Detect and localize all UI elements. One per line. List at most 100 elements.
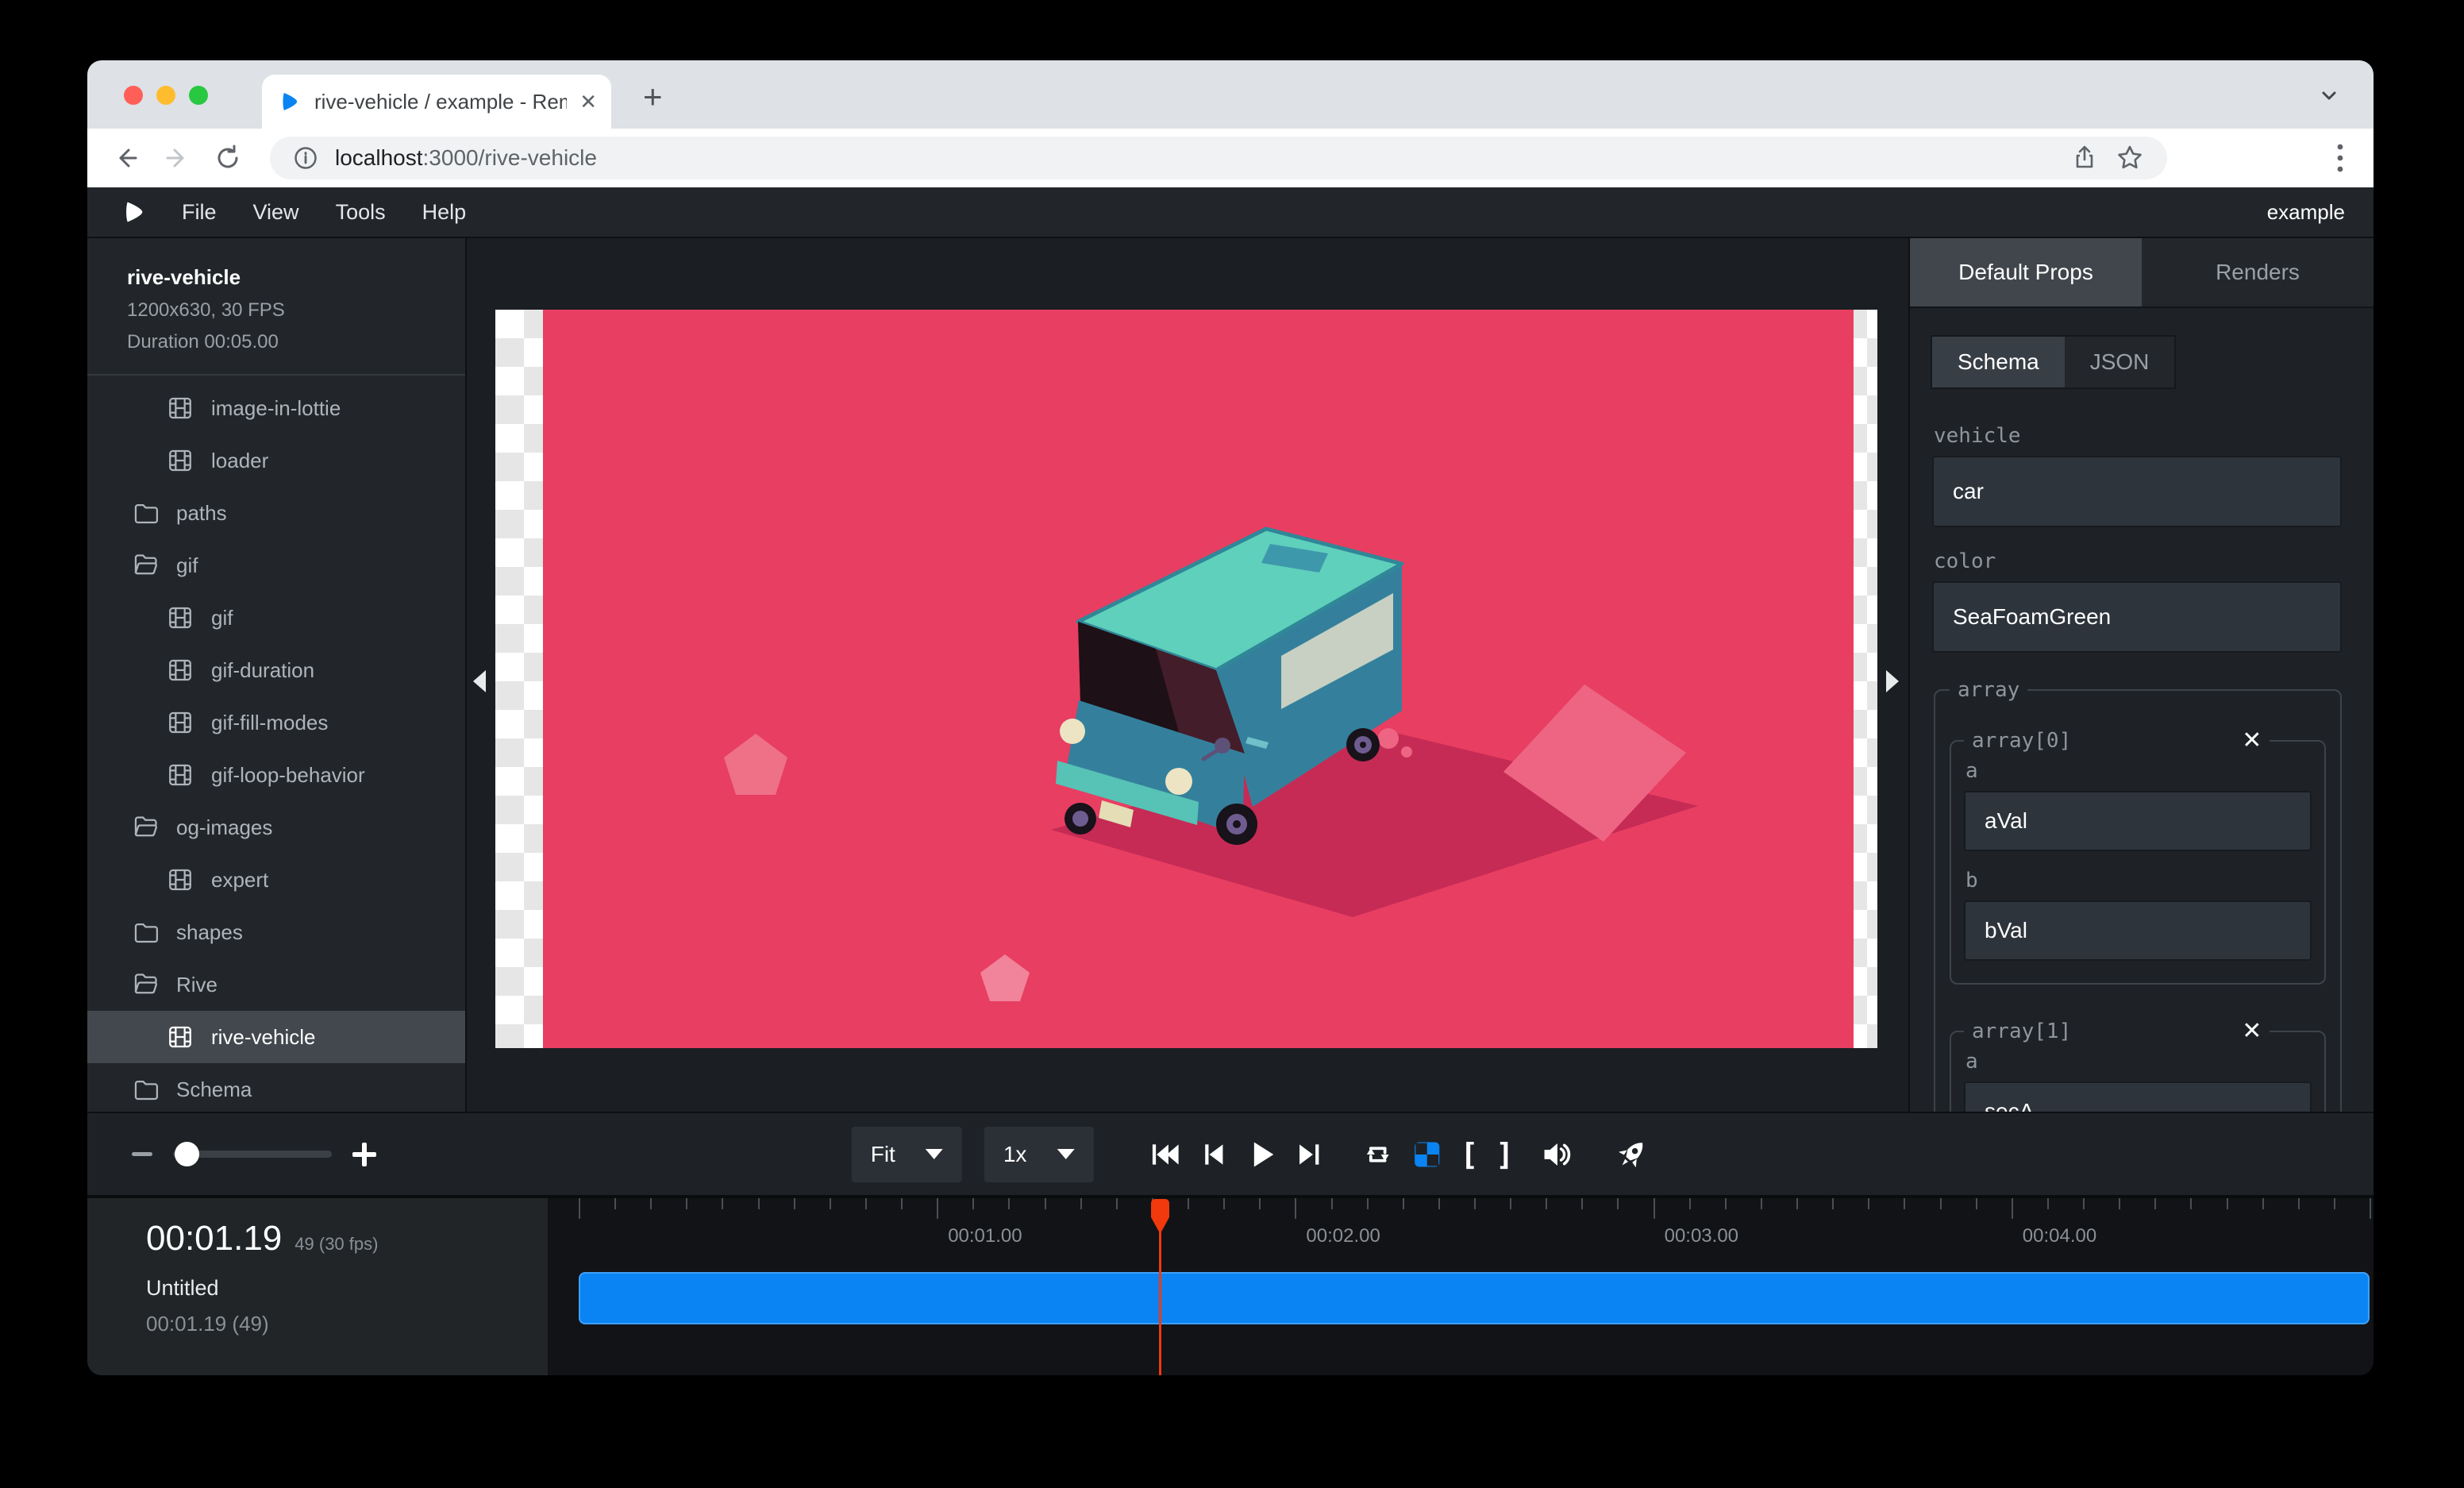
props-panel: Default Props Renders Schema JSON vehicl… (1908, 238, 2374, 1112)
zoom-out-icon[interactable] (132, 1152, 152, 1156)
ruler-tick (1654, 1198, 1655, 1219)
back-icon[interactable] (111, 143, 141, 173)
remove-array-item-0-icon[interactable]: ✕ (2242, 729, 2262, 753)
track-name: Untitled (146, 1276, 524, 1301)
ruler-tick (579, 1198, 580, 1219)
chevron-down-icon (926, 1149, 943, 1159)
sidebar-item-gif-loop-behavior[interactable]: gif-loop-behavior (87, 749, 465, 801)
bookmark-star-icon[interactable] (2115, 143, 2145, 173)
sidebar-item-image-in-lottie[interactable]: image-in-lottie (87, 382, 465, 434)
sidebar-item-shapes[interactable]: shapes (87, 906, 465, 958)
share-icon[interactable] (2070, 144, 2099, 172)
film-icon (167, 447, 194, 474)
ruler-tick (1045, 1198, 1046, 1209)
zoom-slider[interactable] (173, 1151, 332, 1158)
fullscreen-window-button[interactable] (189, 86, 208, 105)
transparency-checkerboard-toggle[interactable] (1411, 1139, 1442, 1170)
remotion-logo-icon[interactable] (122, 199, 148, 225)
new-tab-button[interactable]: + (643, 78, 663, 116)
timeline-clip-bar[interactable] (579, 1272, 2370, 1324)
sidebar-item-expert[interactable]: expert (87, 854, 465, 906)
color-field-input[interactable] (1932, 581, 2342, 653)
volume-button[interactable] (1540, 1138, 1573, 1171)
ruler-tick (2298, 1198, 2300, 1209)
sidebar-item-paths[interactable]: paths (87, 487, 465, 539)
project-name-label: example (2267, 200, 2345, 225)
tab-close-icon[interactable]: ✕ (579, 90, 597, 114)
zoom-slider-knob[interactable] (175, 1142, 199, 1166)
sidebar-item-og-images[interactable]: og-images (87, 801, 465, 854)
playback-rate-dropdown[interactable]: 1x (984, 1127, 1094, 1182)
reload-icon[interactable] (213, 143, 243, 173)
sidebar-item-gif[interactable]: gif (87, 539, 465, 592)
sidebar-item-Rive[interactable]: Rive (87, 958, 465, 1011)
array-label: array (1950, 678, 2027, 702)
zoom-in-icon[interactable] (352, 1143, 376, 1166)
jump-to-start-button[interactable] (1149, 1139, 1180, 1170)
zoom-controls (132, 1113, 376, 1195)
remove-array-item-1-icon[interactable]: ✕ (2242, 1020, 2262, 1043)
sidebar-item-loader[interactable]: loader (87, 434, 465, 487)
sidebar-item-label: gif-duration (211, 658, 314, 683)
sidebar-item-Schema[interactable]: Schema (87, 1063, 465, 1112)
tab-default-props[interactable]: Default Props (1910, 238, 2142, 306)
vehicle-field-input[interactable] (1932, 456, 2342, 527)
menu-file[interactable]: File (164, 200, 235, 225)
ruler-tick (1832, 1198, 1834, 1209)
sidebar-item-gif-fill-modes[interactable]: gif-fill-modes (87, 696, 465, 749)
menu-view[interactable]: View (235, 200, 318, 225)
loop-toggle-button[interactable] (1361, 1139, 1393, 1170)
ruler-tick (1188, 1198, 1189, 1209)
color-field-label: color (1934, 549, 2342, 573)
track-duration: 00:01.19 (49) (146, 1312, 524, 1336)
array-0-a-input[interactable] (1964, 791, 2312, 851)
browser-menu-kebab-icon[interactable] (2335, 141, 2345, 175)
tab-search-chevron-icon[interactable] (2316, 83, 2342, 108)
collapse-left-sidebar-handle[interactable] (473, 670, 486, 692)
browser-tab[interactable]: rive-vehicle / example - Remoti ✕ (262, 75, 611, 129)
browser-tab-strip: rive-vehicle / example - Remoti ✕ + (87, 60, 2374, 129)
set-out-point-button[interactable]: ] (1496, 1137, 1514, 1172)
menu-help[interactable]: Help (404, 200, 485, 225)
tab-title: rive-vehicle / example - Remoti (314, 90, 567, 114)
timeline-ruler[interactable]: 00:01.0000:02.0000:03.0000:04.00 (579, 1198, 2373, 1254)
url-bar[interactable]: localhost:3000/rive-vehicle (270, 137, 2167, 179)
ruler-tick (1403, 1198, 1404, 1209)
array-0-b-input[interactable] (1964, 900, 2312, 961)
sidebar-item-label: gif (176, 553, 198, 578)
sidebar-item-label: Rive (176, 973, 218, 997)
ruler-tick (2154, 1198, 2156, 1209)
ruler-tick (722, 1198, 723, 1209)
tab-renders[interactable]: Renders (2142, 238, 2374, 306)
render-rocket-button[interactable] (1615, 1138, 1649, 1171)
menu-tools[interactable]: Tools (318, 200, 404, 225)
fit-dropdown[interactable]: Fit (852, 1127, 962, 1182)
folder-open-icon (132, 971, 159, 998)
sidebar-item-gif-duration[interactable]: gif-duration (87, 644, 465, 696)
previous-frame-button[interactable] (1197, 1139, 1227, 1170)
current-time: 00:01.19 (146, 1219, 282, 1259)
forward-icon[interactable] (162, 143, 192, 173)
ruler-tick (650, 1198, 652, 1209)
minimize-window-button[interactable] (156, 86, 175, 105)
toggle-json[interactable]: JSON (2065, 337, 2175, 387)
sidebar-item-rive-vehicle[interactable]: rive-vehicle (87, 1011, 465, 1063)
playhead-marker[interactable] (1149, 1198, 1171, 1235)
play-button[interactable] (1245, 1139, 1276, 1170)
sidebar-item-gif[interactable]: gif (87, 592, 465, 644)
collapse-right-sidebar-handle[interactable] (1886, 670, 1899, 692)
ruler-tick (1008, 1198, 1010, 1209)
film-icon (167, 1023, 194, 1050)
array-1-a-input[interactable] (1964, 1081, 2312, 1112)
ruler-tick (1259, 1198, 1261, 1209)
site-info-icon[interactable] (292, 145, 319, 172)
set-in-point-button[interactable]: [ (1460, 1137, 1478, 1172)
ruler-tick (794, 1198, 795, 1209)
toggle-schema[interactable]: Schema (1932, 337, 2065, 387)
close-window-button[interactable] (124, 86, 143, 105)
folder-open-icon (132, 552, 159, 579)
ruler-tick (2083, 1198, 2085, 1209)
next-frame-button[interactable] (1294, 1139, 1324, 1170)
ruler-tick (1080, 1198, 1082, 1209)
ruler-tick (1295, 1198, 1296, 1219)
